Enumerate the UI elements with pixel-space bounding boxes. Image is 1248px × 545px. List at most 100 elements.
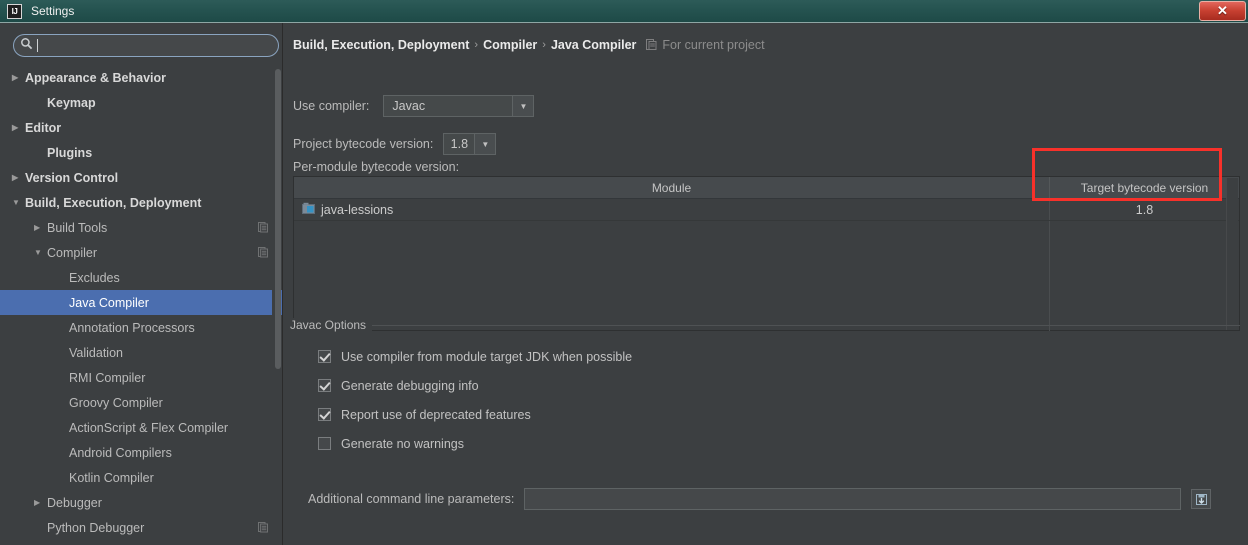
project-scope-icon — [646, 39, 657, 51]
project-bytecode-value: 1.8 — [450, 137, 469, 151]
chevron-down-icon[interactable]: ▼ — [474, 134, 496, 154]
sidebar-item-label: Appearance & Behavior — [25, 70, 167, 85]
table-scrollbar[interactable] — [1226, 178, 1238, 330]
sidebar-item-label: Java Compiler — [69, 295, 149, 310]
chevron-down-icon[interactable]: ▼ — [512, 96, 534, 116]
chevron-down-icon[interactable]: ▼ — [12, 198, 25, 207]
search-input[interactable] — [13, 34, 279, 57]
window-titlebar: IJ Settings ✕ — [0, 0, 1248, 23]
sidebar-scrollbar-thumb[interactable] — [274, 69, 281, 369]
breadcrumb-item-2[interactable]: Java Compiler — [551, 38, 636, 52]
sidebar-item-android-compilers[interactable]: Android Compilers — [0, 440, 282, 465]
intellij-idea-icon: IJ — [7, 3, 22, 19]
sidebar-item-annotation-processors[interactable]: Annotation Processors — [0, 315, 282, 340]
breadcrumb-separator: › — [474, 39, 479, 51]
expand-parameters-button[interactable] — [1191, 489, 1212, 509]
project-bytecode-row: Project bytecode version: 1.8 ▼ — [293, 133, 497, 155]
sidebar-item-label: Annotation Processors — [69, 320, 195, 335]
per-module-bytecode-label: Per-module bytecode version: — [293, 160, 460, 174]
sidebar-item-label: RMI Compiler — [69, 370, 146, 385]
checkbox-row[interactable]: Generate no warnings — [318, 429, 632, 458]
project-bytecode-dropdown[interactable]: 1.8 ▼ — [443, 133, 497, 155]
sidebar-item-python-debugger[interactable]: Python Debugger — [0, 515, 282, 540]
javac-options-title: Javac Options — [290, 318, 373, 332]
sidebar-item-label: Editor — [25, 120, 62, 135]
checkbox-label: Generate no warnings — [341, 436, 464, 451]
sidebar-item-rmi-compiler[interactable]: RMI Compiler — [0, 365, 282, 390]
project-scope-icon — [258, 522, 268, 533]
group-divider — [364, 325, 1240, 326]
settings-content-panel: Build, Execution, Deployment › Compiler … — [284, 23, 1248, 545]
sidebar-item-editor[interactable]: ▶ Editor — [0, 115, 282, 140]
table-header-row: Module Target bytecode version — [294, 177, 1239, 199]
checkbox-label: Report use of deprecated features — [341, 407, 531, 422]
breadcrumb-item-0[interactable]: Build, Execution, Deployment — [293, 38, 469, 52]
sidebar-item-label: Compiler — [47, 245, 98, 260]
sidebar-item-validation[interactable]: Validation — [0, 340, 282, 365]
table-cell-module[interactable]: java-lessions — [294, 199, 1050, 220]
search-icon — [20, 37, 33, 55]
chevron-right-icon[interactable]: ▶ — [34, 498, 47, 507]
settings-sidebar: ▶ Appearance & Behavior Keymap ▶ Editor Plugi… — [0, 23, 283, 545]
sidebar-item-kotlin-compiler[interactable]: Kotlin Compiler — [0, 465, 282, 490]
sidebar-item-keymap[interactable]: Keymap — [0, 90, 282, 115]
checkbox-label: Use compiler from module target JDK when… — [341, 349, 633, 364]
sidebar-item-plugins[interactable]: Plugins — [0, 140, 282, 165]
sidebar-item-debugger[interactable]: ▶ Debugger — [0, 490, 282, 515]
breadcrumb-item-1[interactable]: Compiler — [483, 38, 537, 52]
project-scope-icon — [258, 222, 268, 233]
chevron-right-icon[interactable]: ▶ — [12, 73, 25, 82]
module-name: java-lessions — [321, 202, 394, 217]
checkbox-row[interactable]: Report use of deprecated features — [318, 400, 632, 429]
search-field-wrapper[interactable] — [13, 34, 279, 57]
sidebar-item-actionscript-flex-compiler[interactable]: ActionScript & Flex Compiler — [0, 415, 282, 440]
chevron-right-icon[interactable]: ▶ — [12, 173, 25, 182]
project-scope-icon — [258, 247, 268, 258]
additional-params-row: Additional command line parameters: — [308, 488, 1212, 510]
settings-dialog: IJ Settings ✕ ▶ Appearance & Behavior Keym… — [0, 0, 1248, 545]
sidebar-item-label: Build, Execution, Deployment — [25, 195, 202, 210]
use-compiler-value: Javac — [392, 99, 426, 113]
use-compiler-row: Use compiler: Javac ▼ — [293, 95, 535, 117]
sidebar-item-java-compiler[interactable]: Java Compiler — [0, 290, 282, 315]
sidebar-item-appearance-behavior[interactable]: ▶ Appearance & Behavior — [0, 65, 282, 90]
checkbox-label: Generate debugging info — [341, 378, 479, 393]
sidebar-item-label: Python Debugger — [47, 520, 145, 535]
sidebar-item-label: Groovy Compiler — [69, 395, 163, 410]
sidebar-item-groovy-compiler[interactable]: Groovy Compiler — [0, 390, 282, 415]
javac-options-checkbox-list: Use compiler from module target JDK when… — [318, 342, 632, 458]
checkbox-row[interactable]: Use compiler from module target JDK when… — [318, 342, 632, 371]
search-text-caret — [37, 39, 38, 52]
settings-tree: ▶ Appearance & Behavior Keymap ▶ Editor Plugi… — [0, 65, 282, 540]
sidebar-item-excludes[interactable]: Excludes — [0, 265, 282, 290]
additional-params-input[interactable] — [524, 488, 1182, 510]
use-compiler-dropdown[interactable]: Javac ▼ — [383, 95, 535, 117]
chevron-down-icon[interactable]: ▼ — [34, 248, 47, 257]
chevron-right-icon[interactable]: ▶ — [34, 223, 47, 232]
chevron-right-icon[interactable]: ▶ — [12, 123, 25, 132]
sidebar-item-label: Build Tools — [47, 220, 108, 235]
table-cell-target-bytecode[interactable]: 1.8 — [1050, 199, 1239, 220]
window-title: Settings — [31, 4, 75, 18]
sidebar-item-build-tools[interactable]: ▶ Build Tools — [0, 215, 282, 240]
project-bytecode-label: Project bytecode version: — [293, 137, 434, 151]
use-compiler-label: Use compiler: — [293, 99, 370, 113]
sidebar-item-build-execution-deployment[interactable]: ▼ Build, Execution, Deployment — [0, 190, 282, 215]
sidebar-item-label: Keymap — [47, 95, 96, 110]
checkbox-report-use-of-deprecated-features[interactable] — [318, 408, 331, 421]
sidebar-item-label: Plugins — [47, 145, 93, 160]
breadcrumb-separator: › — [542, 39, 546, 51]
per-module-bytecode-table: Module Target bytecode version java-less… — [293, 176, 1240, 331]
sidebar-item-label: Android Compilers — [69, 445, 172, 460]
close-window-button[interactable]: ✕ — [1199, 1, 1246, 21]
checkbox-generate-no-warnings[interactable] — [318, 437, 331, 450]
sidebar-item-compiler[interactable]: ▼ Compiler — [0, 240, 282, 265]
sidebar-item-version-control[interactable]: ▶ Version Control — [0, 165, 282, 190]
table-header-module[interactable]: Module — [294, 177, 1050, 198]
table-header-target-bytecode[interactable]: Target bytecode version — [1050, 177, 1239, 198]
module-icon — [302, 202, 315, 218]
checkbox-use-compiler-from-module-target-jdk-when-possible[interactable] — [318, 350, 331, 363]
checkbox-generate-debugging-info[interactable] — [318, 379, 331, 392]
checkbox-row[interactable]: Generate debugging info — [318, 371, 632, 400]
table-row[interactable]: java-lessions 1.8 — [294, 199, 1239, 221]
